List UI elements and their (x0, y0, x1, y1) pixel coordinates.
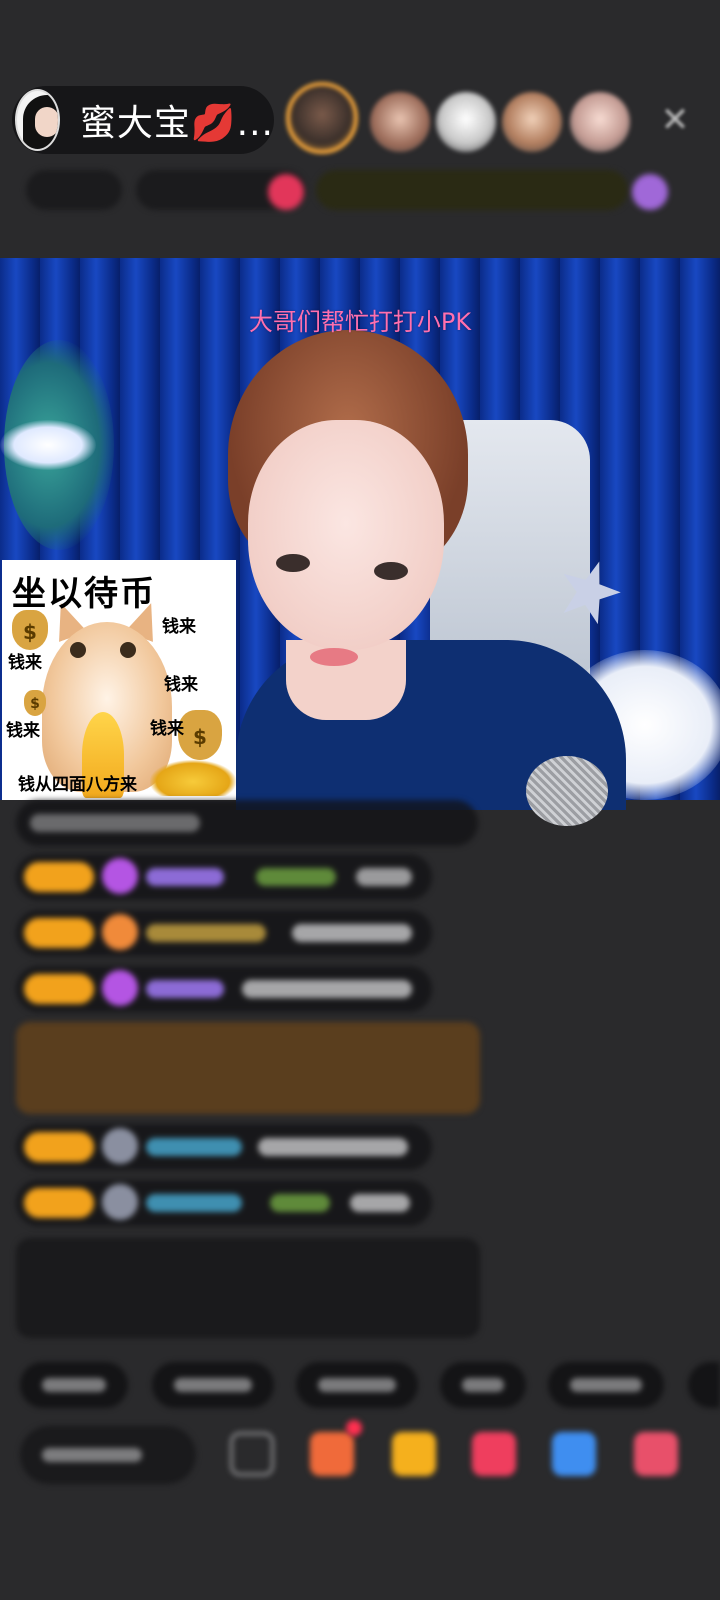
heart-gift-icon[interactable] (472, 1432, 516, 1476)
info-badge (268, 174, 304, 210)
streamer-name: 蜜大宝💋... (79, 103, 274, 144)
quick-reply-chip[interactable] (152, 1362, 274, 1408)
comment-input[interactable] (20, 1426, 196, 1484)
chat-system-notice (16, 1238, 480, 1338)
streamer-profile[interactable]: 蜜大宝💋... (12, 86, 274, 154)
info-badge (632, 174, 668, 210)
video-eye (374, 562, 408, 580)
chat-message[interactable] (16, 854, 432, 900)
close-icon[interactable]: ✕ (655, 100, 695, 140)
viewer-avatar-3[interactable] (436, 92, 496, 152)
gift-icon[interactable] (634, 1432, 678, 1476)
quick-reply-chip[interactable] (688, 1362, 720, 1408)
info-chip[interactable] (316, 170, 628, 210)
info-chip[interactable] (26, 170, 122, 210)
streamer-avatar[interactable] (15, 89, 60, 151)
quick-reply-chip[interactable] (296, 1362, 418, 1408)
chat-message[interactable] (16, 1124, 432, 1170)
sticker-label: 钱来 (150, 719, 184, 739)
gift-box-icon[interactable] (310, 1432, 354, 1476)
viewer-avatar-1[interactable] (286, 82, 358, 154)
quick-reply-chip[interactable] (20, 1362, 128, 1408)
coins-pile (150, 760, 236, 796)
viewer-avatar-5[interactable] (570, 92, 630, 152)
quick-reply-row (0, 1362, 720, 1408)
sticker-label: 钱来 (162, 617, 196, 637)
money-bag-icon: $ (178, 710, 222, 760)
sticker-footer: 钱从四面八方来 (18, 775, 137, 795)
sticker-title: 坐以待币 (12, 574, 156, 614)
money-bag-icon: $ (12, 610, 48, 650)
sticker-label: 钱来 (6, 721, 40, 741)
quick-reply-chip[interactable] (440, 1362, 526, 1408)
video-lips (310, 648, 358, 666)
viewer-avatar-4[interactable] (502, 92, 562, 152)
notification-dot (346, 1420, 362, 1436)
money-bag-icon: $ (24, 690, 46, 716)
viewer-avatar-2[interactable] (370, 92, 430, 152)
video-eye (276, 554, 310, 572)
video-overlay-text: 大哥们帮忙打打小PK (248, 308, 472, 336)
video-microphone (526, 756, 608, 826)
emoji-icon[interactable] (230, 1432, 274, 1476)
chat-message[interactable] (16, 966, 432, 1012)
video-lamp (0, 420, 96, 470)
sticker-label: 钱来 (8, 653, 42, 673)
chat-message[interactable] (16, 910, 432, 956)
quick-reply-chip[interactable] (548, 1362, 664, 1408)
treasure-icon[interactable] (392, 1432, 436, 1476)
chat-message[interactable] (16, 800, 478, 846)
chat-message-highlighted[interactable] (16, 1022, 480, 1114)
chat-message[interactable] (16, 1180, 432, 1226)
video-face (248, 420, 444, 650)
stream-info-row (0, 170, 720, 216)
game-icon[interactable] (552, 1432, 596, 1476)
sticker-label: 钱来 (164, 675, 198, 695)
